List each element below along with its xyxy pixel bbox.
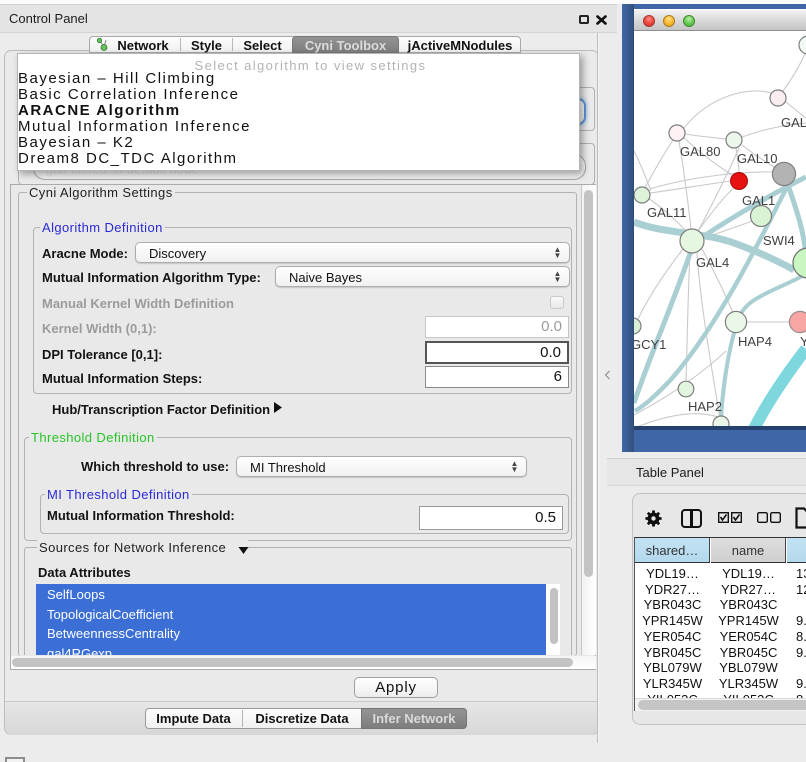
svg-text:GCY1: GCY1 (634, 337, 666, 352)
svg-text:SWI4: SWI4 (763, 233, 795, 248)
svg-text:GAL11: GAL11 (647, 205, 687, 220)
svg-text:HAP4: HAP4 (738, 334, 772, 349)
svg-text:GAL7: GAL7 (781, 115, 806, 130)
svg-text:HAP2: HAP2 (688, 399, 722, 414)
svg-text:GAL80: GAL80 (680, 144, 720, 159)
svg-text:YJ: YJ (800, 334, 806, 349)
svg-text:GAL1: GAL1 (742, 193, 775, 208)
svg-text:GAL4: GAL4 (696, 255, 729, 270)
svg-text:GAL10: GAL10 (737, 151, 777, 166)
